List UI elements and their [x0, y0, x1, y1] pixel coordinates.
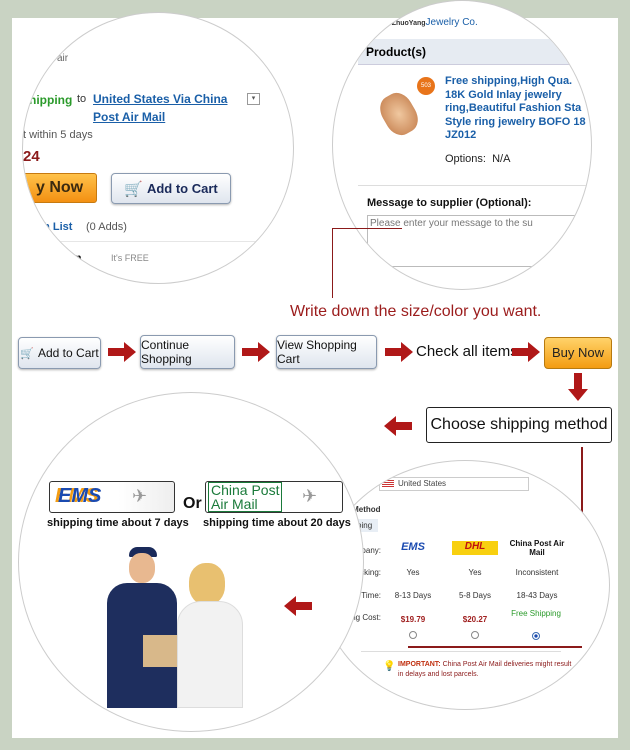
annotation-text: Write down the size/color you want. [290, 303, 542, 320]
zoom-circle-product-page: air hipping to United States Via China ▾… [22, 12, 294, 284]
options-label: Options: [445, 153, 486, 165]
shipping-label: hipping [29, 93, 73, 107]
products-header: Product(s) [358, 39, 591, 65]
china-post-label: China Post Air Mail [509, 539, 565, 557]
arrow-down-icon [568, 373, 588, 401]
zoom-circle-shipping-options: United States ping Method Shipping pping… [320, 460, 610, 710]
lightbulb-icon: 💡 [383, 661, 396, 672]
its-free: It's FREE [111, 253, 149, 263]
destination-link[interactable]: United States Via China [93, 92, 227, 106]
ems-cost: $19.79 [400, 615, 426, 624]
arrow-right-icon [108, 342, 136, 362]
or-label: Or [183, 495, 202, 512]
arrow-right-icon [512, 342, 540, 362]
connector-line-bottom [408, 646, 582, 648]
flow-buy-now-button[interactable]: Buy Now [544, 337, 612, 369]
zoom-circle-delivery: EMS ✈ Or China Post Air Mail ✈ shipping t… [18, 392, 364, 732]
china-post-tracking: Inconsistent [515, 568, 559, 577]
flow-add-to-cart-button[interactable]: 🛒 Add to Cart [18, 337, 101, 369]
airplane-icon: ✈ [132, 486, 148, 506]
options-value: N/A [492, 153, 511, 165]
dropdown-icon[interactable]: ▾ [247, 93, 260, 105]
ems-shipping-time: shipping time about 7 days [47, 517, 189, 529]
check-all-items: Check all items [416, 343, 518, 360]
cart-icon: 🛒 [20, 347, 34, 360]
buy-now-button[interactable]: y Now [23, 173, 97, 203]
important-notice: IMPORTANT: China Post Air Mail deliverie… [398, 661, 572, 678]
supplier-brand: ZhuoYang [391, 20, 426, 27]
arrow-left-icon [384, 416, 412, 436]
ems-logo: EMS [401, 541, 425, 553]
choose-shipping-method-box: Choose shipping method [426, 407, 612, 443]
dhl-tracking: Yes [468, 568, 482, 577]
country-value: United States [398, 479, 447, 488]
wish-count: (0 Adds) [86, 221, 127, 233]
ship-within: t within 5 days [23, 129, 93, 141]
china-post-cost: Free Shipping [511, 609, 561, 618]
dhl-radio[interactable] [471, 631, 479, 639]
ems-time: 8-13 Days [394, 591, 432, 600]
product-badge: 503 [417, 77, 435, 95]
view-shopping-cart-button[interactable]: View Shopping Cart [276, 335, 377, 369]
orders-fragment: rs [93, 269, 101, 279]
add-to-cart-label: Add to Cart [146, 181, 218, 196]
dhl-logo: DHL [452, 541, 498, 555]
price: 24 [23, 148, 40, 165]
air-fragment: air [57, 53, 69, 64]
ems-logo-box: EMS ✈ [49, 481, 175, 513]
to-label: to [77, 93, 87, 105]
delivery-illustration [99, 543, 249, 708]
continue-shopping-button[interactable]: Continue Shopping [140, 335, 235, 369]
cart-icon: 🛒 [124, 180, 143, 198]
add-to-cart-button[interactable]: 🛒 Add to Cart [111, 173, 231, 204]
us-flag-icon [382, 480, 394, 488]
arrow-right-icon [242, 342, 270, 362]
airplane-icon: ✈ [302, 486, 318, 506]
ems-logo-text: EMS [58, 485, 102, 507]
flow-add-to-cart-label: Add to Cart [38, 346, 99, 360]
china-post-logo-box: China Post Air Mail ✈ [205, 481, 343, 513]
annotation-line [332, 228, 402, 298]
message-label: Message to supplier (Optional): [367, 197, 532, 209]
product-title-link[interactable]: Free shipping,High Qua. 18K Gold Inlay je… [445, 75, 586, 143]
protection-label: tion [63, 253, 82, 264]
china-post-radio[interactable] [532, 632, 540, 640]
ems-tracking: Yes [406, 568, 420, 577]
arrow-right-icon [385, 342, 413, 362]
dhl-time: 5-8 Days [458, 591, 491, 600]
supplier-label: ier: [375, 17, 389, 28]
ems-radio[interactable] [409, 631, 417, 639]
china-post-time: 18-43 Days [516, 591, 558, 600]
destination-link-2[interactable]: Post Air Mail [93, 110, 165, 124]
wish-list-link[interactable]: sh List [37, 221, 72, 233]
china-post-shipping-time: shipping time about 20 days [203, 517, 351, 529]
supplier-name[interactable]: Jewelry Co. [426, 17, 478, 28]
country-select[interactable]: United States [379, 477, 529, 491]
dhl-cost: $20.27 [462, 615, 488, 624]
arrow-left-icon [284, 596, 312, 616]
